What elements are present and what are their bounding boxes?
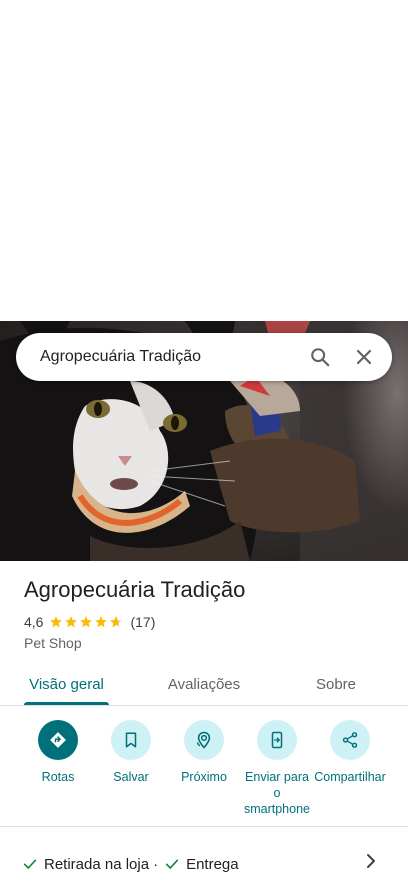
- tab-reviews[interactable]: Avaliações: [158, 662, 250, 706]
- share-button[interactable]: Compartilhar: [310, 720, 390, 785]
- tab-overview[interactable]: Visão geral: [24, 662, 109, 706]
- service-separator: ·: [153, 855, 159, 873]
- send-to-phone-icon: [257, 720, 297, 760]
- nearby-icon: [184, 720, 224, 760]
- blank-area: [0, 0, 408, 321]
- place-tabs: Visão geral Avaliações Sobre: [0, 662, 408, 706]
- star-icon: [50, 616, 63, 628]
- star-icon: [65, 616, 78, 628]
- save-button[interactable]: Salvar: [91, 720, 171, 785]
- place-name: Agropecuária Tradição: [24, 577, 246, 602]
- close-icon[interactable]: [344, 337, 384, 377]
- action-buttons: Rotas Salvar Próximo Enviar para o smart…: [0, 720, 408, 820]
- service-options[interactable]: Retirada na loja · Entrega: [22, 853, 239, 875]
- service-pickup: Retirada na loja: [44, 855, 150, 873]
- star-icon: [95, 616, 108, 628]
- nearby-button[interactable]: Próximo: [164, 720, 244, 785]
- service-delivery: Entrega: [186, 855, 239, 873]
- star-half-icon: [110, 616, 123, 628]
- search-bar[interactable]: Agropecuária Tradição: [16, 333, 392, 381]
- tab-about[interactable]: Sobre: [306, 662, 366, 706]
- send-to-phone-label: Enviar para o smartphone: [243, 770, 310, 816]
- tab-reviews-label: Avaliações: [167, 675, 241, 693]
- share-icon: [330, 720, 370, 760]
- rating-value: 4,6: [24, 614, 44, 630]
- search-query-text[interactable]: Agropecuária Tradição: [40, 348, 300, 366]
- place-category: Pet Shop: [24, 635, 82, 651]
- send-to-phone-button[interactable]: Enviar para o smartphone: [237, 720, 317, 817]
- star-icon: [80, 616, 93, 628]
- tab-overview-label: Visão geral: [29, 675, 104, 693]
- active-tab-indicator: [24, 702, 109, 705]
- reviews-count[interactable]: (17): [130, 614, 155, 630]
- rating-row[interactable]: 4,6 (17): [24, 613, 155, 631]
- search-icon[interactable]: [300, 337, 340, 377]
- rating-stars: [49, 615, 124, 629]
- check-icon: [23, 859, 37, 869]
- tab-about-label: Sobre: [315, 675, 357, 693]
- bookmark-icon: [111, 720, 151, 760]
- nearby-label: Próximo: [181, 770, 227, 784]
- divider: [0, 826, 408, 827]
- directions-icon: [38, 720, 78, 760]
- directions-label: Rotas: [41, 770, 75, 784]
- chevron-right-icon[interactable]: [363, 852, 379, 870]
- save-label: Salvar: [113, 770, 149, 784]
- directions-button[interactable]: Rotas: [18, 720, 98, 785]
- check-icon: [165, 859, 179, 869]
- share-label: Compartilhar: [314, 770, 386, 784]
